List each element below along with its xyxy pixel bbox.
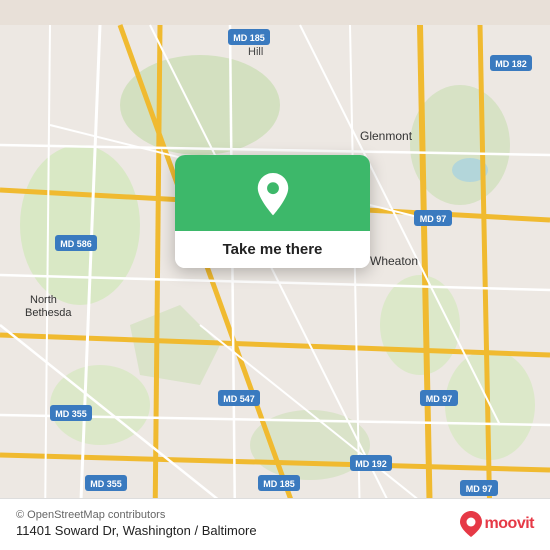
popup-card: Take me there [175, 155, 370, 268]
moovit-logo: moovit [460, 511, 534, 537]
svg-text:Hill: Hill [248, 46, 263, 58]
moovit-text: moovit [485, 515, 534, 533]
map-container: MD 586 MD 185 MD 182 MD 97 MD 97 MD 97 M… [0, 0, 550, 550]
svg-text:MD 97: MD 97 [420, 214, 447, 224]
copyright-text: © OpenStreetMap contributors [16, 509, 257, 521]
bottom-bar: © OpenStreetMap contributors 11401 Sowar… [0, 498, 550, 550]
popup-icon-area [175, 155, 370, 231]
svg-text:North: North [30, 294, 57, 306]
moovit-pin-icon [460, 511, 482, 537]
svg-text:MD 586: MD 586 [60, 239, 92, 249]
svg-text:MD 185: MD 185 [263, 479, 295, 489]
svg-text:MD 355: MD 355 [55, 409, 87, 419]
address-text: 11401 Soward Dr, Washington / Baltimore [16, 523, 257, 538]
svg-text:MD 97: MD 97 [466, 484, 493, 494]
svg-text:Bethesda: Bethesda [25, 307, 72, 319]
bottom-bar-info: © OpenStreetMap contributors 11401 Sowar… [16, 509, 257, 538]
svg-text:MD 192: MD 192 [355, 459, 387, 469]
svg-text:MD 182: MD 182 [495, 59, 527, 69]
svg-text:Glenmont: Glenmont [360, 129, 413, 143]
svg-text:MD 355: MD 355 [90, 479, 122, 489]
map-background: MD 586 MD 185 MD 182 MD 97 MD 97 MD 97 M… [0, 0, 550, 550]
svg-text:MD 185: MD 185 [233, 33, 265, 43]
take-me-there-button[interactable]: Take me there [175, 231, 370, 268]
bottom-bar-content: © OpenStreetMap contributors 11401 Sowar… [16, 509, 534, 538]
svg-text:Wheaton: Wheaton [370, 254, 418, 268]
svg-text:MD 547: MD 547 [223, 394, 255, 404]
svg-text:MD 97: MD 97 [426, 394, 453, 404]
location-pin-icon [251, 173, 295, 217]
